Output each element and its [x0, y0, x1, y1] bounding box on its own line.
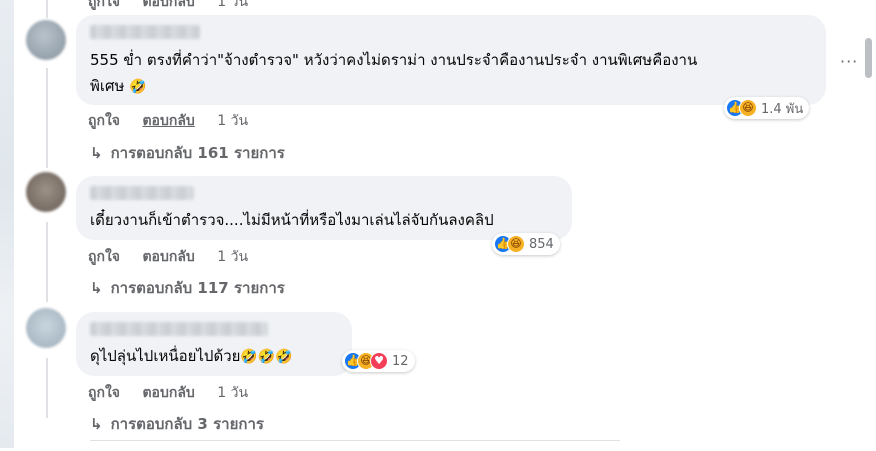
view-replies-link[interactable]: ↳ การตอบกลับ 161 รายการ — [90, 141, 285, 165]
reaction-summary[interactable]: 👍 😆 1.4 พัน — [724, 97, 810, 119]
like-link[interactable]: ถูกใจ — [88, 113, 120, 129]
comment-actions: ถูกใจ ตอบกลับ 1 วัน — [88, 110, 266, 132]
comment-text: เดี๋ยวงานก็เข้าตำรวจ....ไม่มีหน้าที่หรือ… — [90, 209, 494, 231]
commenter-name-blurred — [90, 25, 200, 39]
view-replies-link[interactable]: ↳ การตอบกลับ 3 รายการ — [90, 412, 264, 436]
rofl-emoji: 🤣🤣🤣 — [240, 349, 293, 365]
comment-text-line: 555 ข่ำ ตรงที่คำว่า"จ้างตำรวจ" หวังว่าคง… — [90, 51, 698, 69]
thread-line — [46, 358, 48, 418]
reaction-summary[interactable]: 👍 😆 854 — [492, 233, 560, 255]
comment-text: 555 ข่ำ ตรงที่คำว่า"จ้างตำรวจ" หวังว่าคง… — [90, 49, 697, 71]
scrollbar-thumb[interactable] — [865, 38, 872, 78]
comment-text: พิเศษ 🤣 — [90, 75, 147, 98]
replies-count-label: การตอบกลับ 117 รายการ — [110, 279, 285, 297]
comment-actions-partial: ถูกใจ ตอบกลับ 1 วัน — [88, 0, 266, 13]
comment-input-edge — [90, 440, 620, 451]
comment-time[interactable]: 1 วัน — [217, 385, 248, 401]
commenter-name-blurred — [90, 322, 268, 336]
reply-link[interactable]: ตอบกลับ — [142, 113, 194, 129]
reaction-summary[interactable]: 👍 😆 ♥ 12 — [342, 350, 415, 372]
comment-text-line: เดี๋ยวงานก็เข้าตำรวจ....ไม่มีหน้าที่หรือ… — [90, 211, 494, 229]
avatar[interactable] — [26, 308, 66, 348]
scrollbar[interactable] — [860, 30, 876, 448]
avatar[interactable] — [26, 20, 66, 60]
reply-arrow-icon: ↳ — [90, 279, 103, 297]
commenter-name-blurred — [90, 186, 194, 200]
comment-time[interactable]: 1 วัน — [217, 249, 248, 265]
avatar[interactable] — [26, 172, 66, 212]
thread-line — [46, 68, 48, 168]
rofl-emoji: 🤣 — [129, 79, 147, 95]
reply-arrow-icon: ↳ — [90, 415, 103, 433]
reply-link[interactable]: ตอบกลับ — [142, 249, 194, 265]
thread-line — [46, 222, 48, 302]
replies-count-label: การตอบกลับ 3 รายการ — [110, 415, 264, 433]
more-horizontal-icon[interactable]: ··· — [840, 52, 858, 71]
like-link[interactable]: ถูกใจ — [88, 385, 120, 401]
love-reaction-icon: ♥ — [370, 352, 388, 370]
reaction-count: 12 — [392, 353, 409, 369]
comment-time[interactable]: 1 วัน — [217, 113, 248, 129]
replies-count-label: การตอบกลับ 161 รายการ — [110, 144, 285, 162]
reaction-count: 1.4 พัน — [761, 101, 804, 117]
haha-reaction-icon: 😆 — [739, 99, 757, 117]
reply-arrow-icon: ↳ — [90, 144, 103, 162]
comment-actions: ถูกใจ ตอบกลับ 1 วัน — [88, 246, 266, 268]
comment-time[interactable]: 1 วัน — [217, 0, 248, 10]
reply-link[interactable]: ตอบกลับ — [142, 385, 194, 401]
left-background-strip — [0, 0, 14, 448]
comment-text-line: ดุไปลุ่นไปเหนื่อยไปด้วย — [90, 347, 241, 365]
comment-text: ดุไปลุ่นไปเหนื่อยไปด้วย🤣🤣🤣 — [90, 345, 293, 368]
comment-text-line: พิเศษ — [90, 77, 125, 95]
thread-line — [46, 0, 48, 18]
view-replies-link[interactable]: ↳ การตอบกลับ 117 รายการ — [90, 276, 285, 300]
reaction-count: 854 — [529, 236, 554, 252]
comment-actions: ถูกใจ ตอบกลับ 1 วัน — [88, 382, 266, 404]
reply-link[interactable]: ตอบกลับ — [142, 0, 194, 10]
like-link[interactable]: ถูกใจ — [88, 249, 120, 265]
like-link[interactable]: ถูกใจ — [88, 0, 120, 10]
haha-reaction-icon: 😆 — [507, 235, 525, 253]
